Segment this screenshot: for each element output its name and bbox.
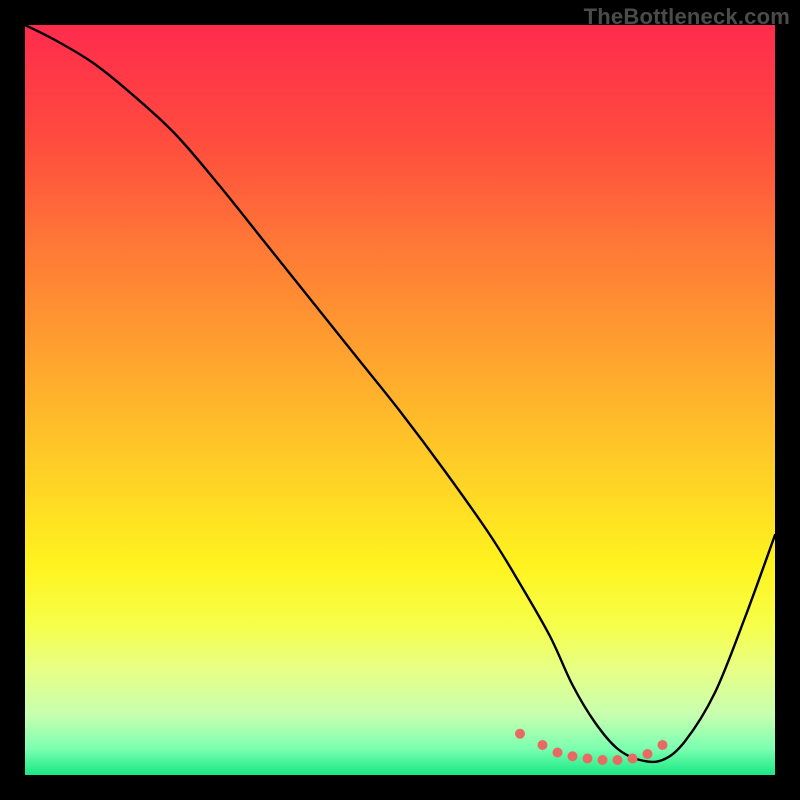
plot-area [25,25,775,775]
valley-dot [658,740,668,750]
valley-dot [515,729,525,739]
chart-background [25,25,775,775]
valley-dot [643,749,653,759]
valley-dot [613,755,623,765]
valley-dot [568,751,578,761]
valley-dot [538,740,548,750]
bottleneck-chart [25,25,775,775]
valley-dot [553,748,563,758]
valley-dot [598,755,608,765]
chart-stage: TheBottleneck.com [0,0,800,800]
valley-dot [628,754,638,764]
valley-dot [583,754,593,764]
